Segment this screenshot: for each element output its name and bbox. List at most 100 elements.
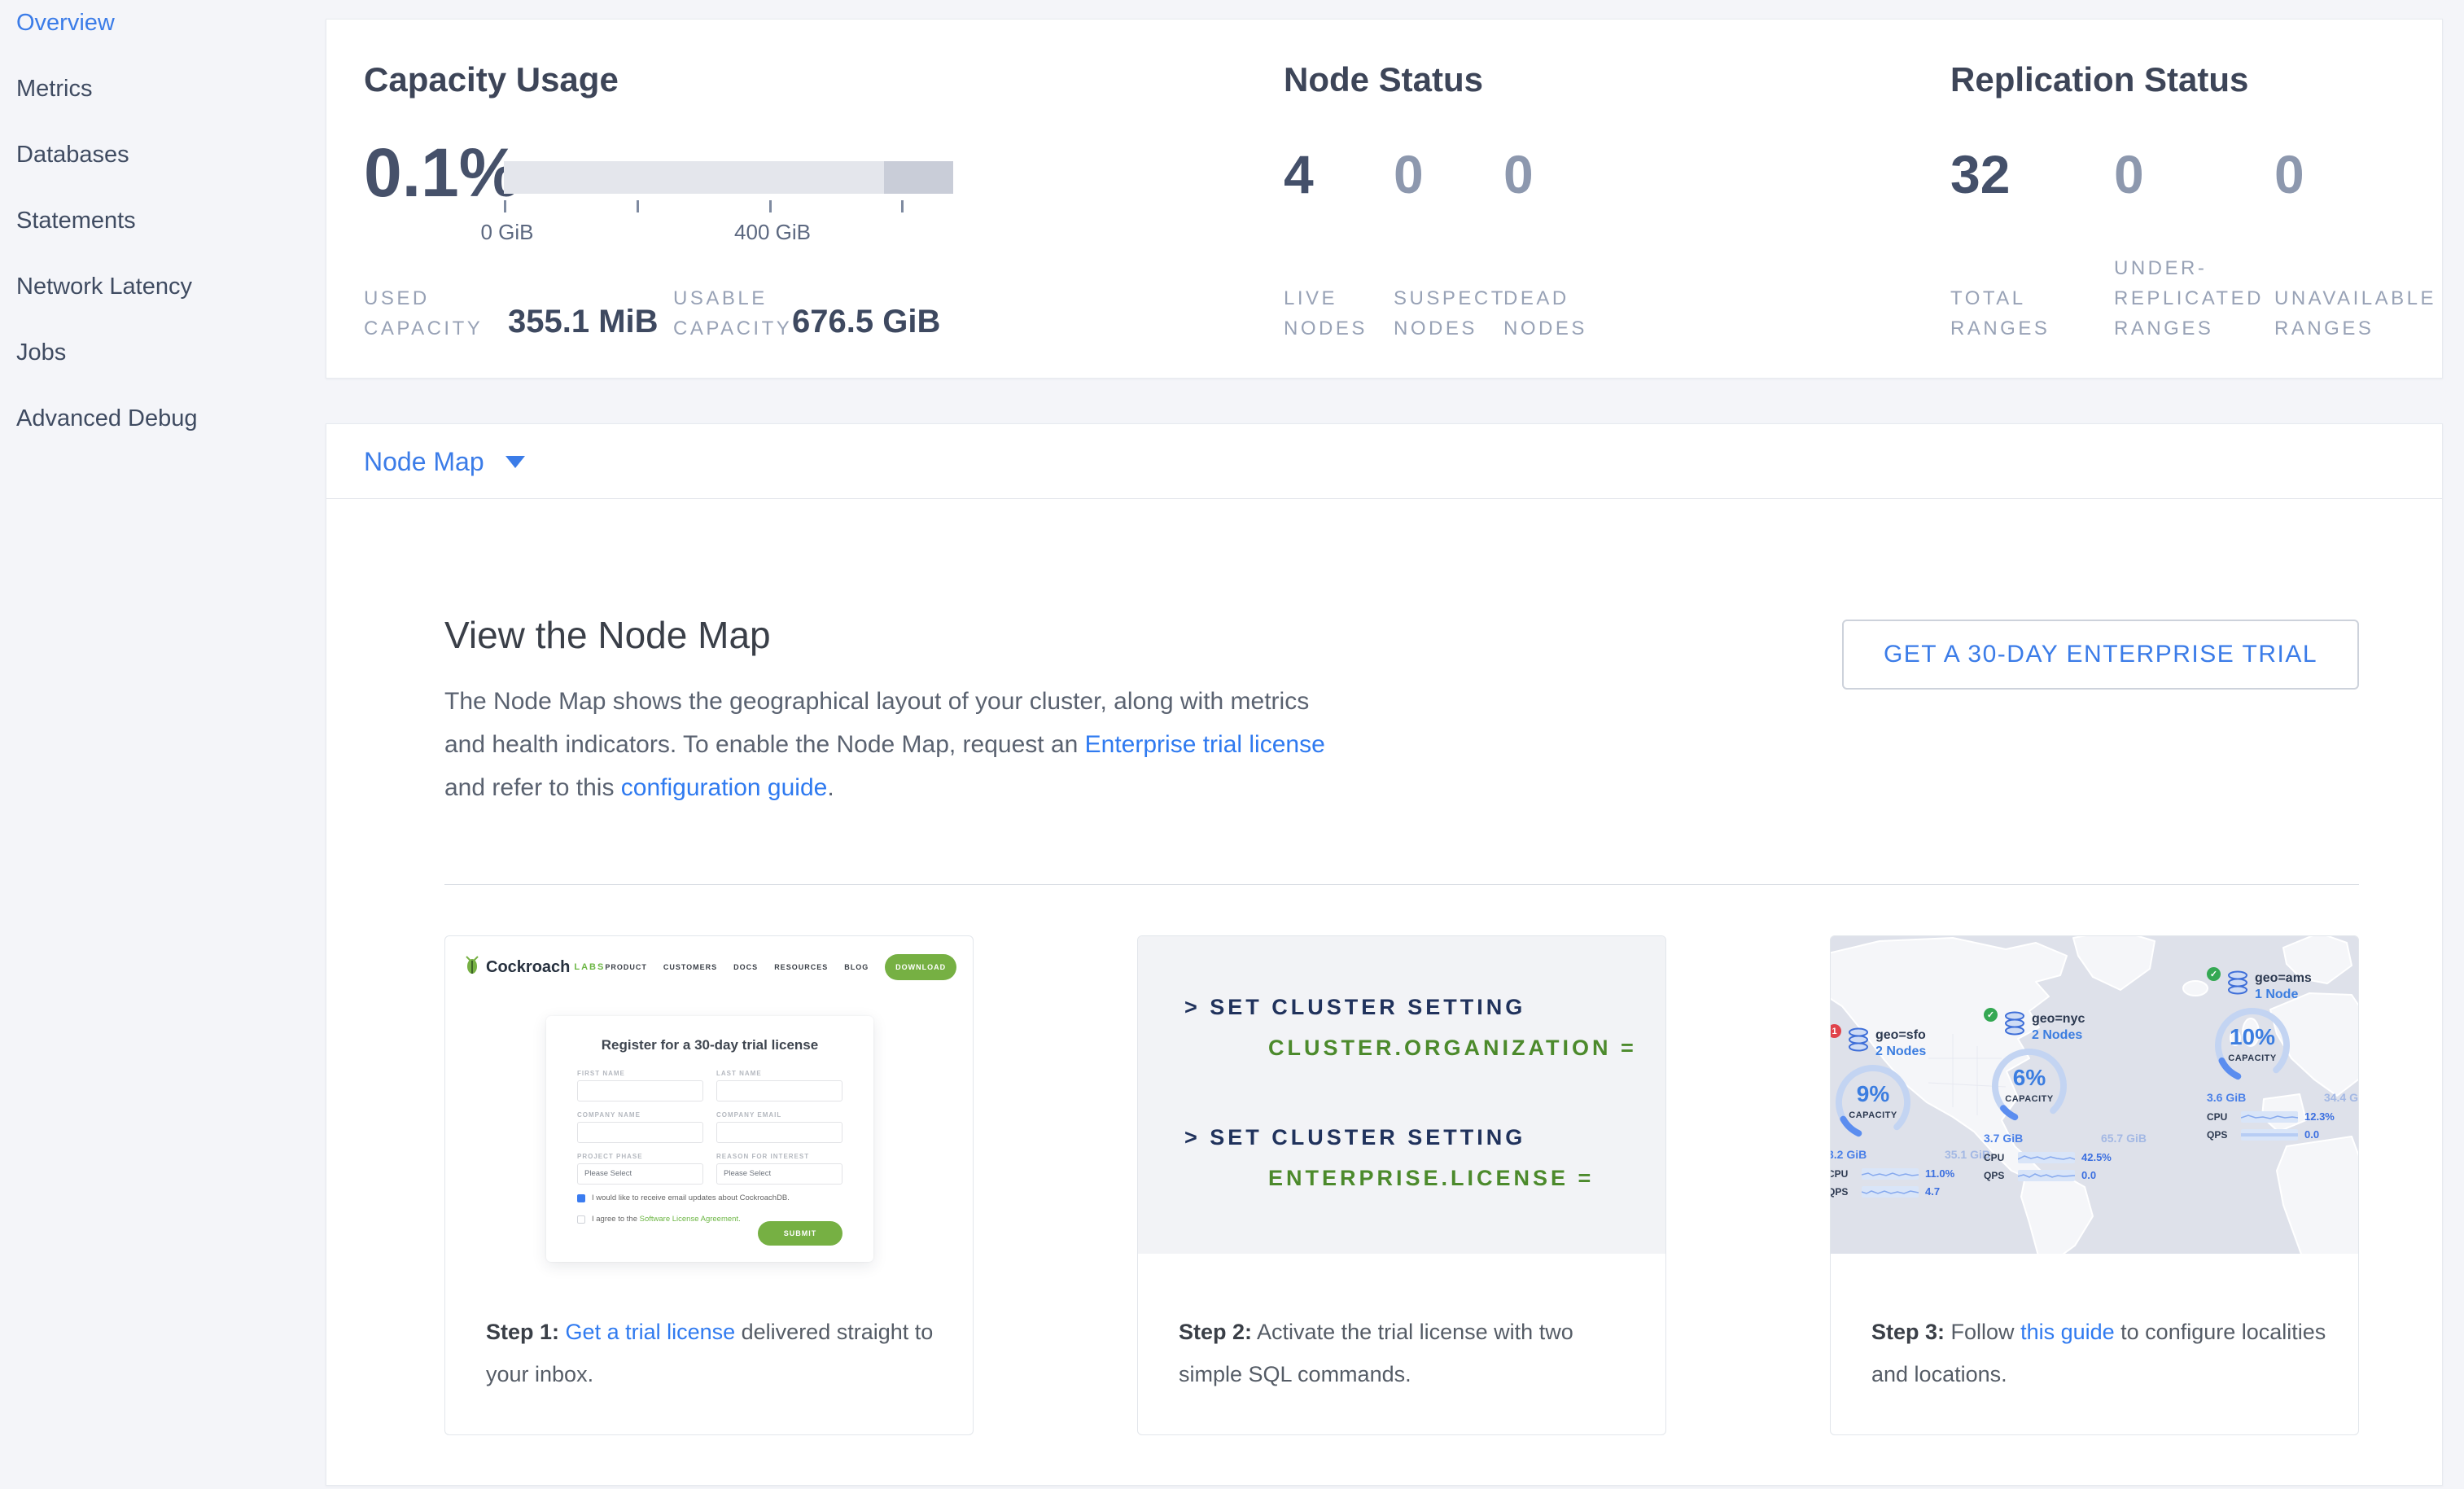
node-map-preview-image: 1 geo=sfo 2 Nodes (1831, 936, 2359, 1254)
replication-status-title: Replication Status (1950, 60, 2248, 99)
step3-caption: Step 3: Follow this guide to configure l… (1831, 1254, 2359, 1395)
sidebar-item-jobs[interactable]: Jobs (16, 339, 326, 405)
screenshot-field-label: PROJECT PHASE (577, 1153, 703, 1160)
screenshot-input (716, 1122, 842, 1143)
under-replicated-ranges-value: 0 (2114, 143, 2144, 205)
sidebar-item-overview[interactable]: Overview (16, 10, 326, 76)
screenshot-checkbox-row: I agree to the Software License Agreemen… (577, 1215, 741, 1224)
description-text: . (827, 774, 834, 801)
capacity-usage-bar (504, 161, 953, 194)
get-trial-license-link[interactable]: Get a trial license (566, 1320, 736, 1344)
screenshot-select: Please Select (716, 1163, 842, 1185)
cpu-value: 42.5% (2081, 1151, 2112, 1163)
used-capacity-value: 355.1 MiB (508, 304, 659, 340)
screenshot-input (577, 1122, 703, 1143)
capacity-bar-reserved-segment (884, 161, 953, 194)
screenshot-brand-text: Cockroach (486, 958, 570, 977)
sidebar-item-advanced-debug[interactable]: Advanced Debug (16, 405, 326, 471)
get-enterprise-trial-button[interactable]: GET A 30-DAY ENTERPRISE TRIAL (1842, 620, 2359, 690)
qps-value: 0.0 (2081, 1169, 2096, 1181)
under-replicated-ranges-label: UNDER-REPLICATED RANGES (2114, 253, 2273, 344)
step3-card: 1 geo=sfo 2 Nodes (1830, 935, 2359, 1435)
database-icon (1847, 1027, 1870, 1053)
step2-label: Step 2: (1179, 1320, 1252, 1344)
capacity-gauge: 10% CAPACITY (2212, 1005, 2293, 1086)
axis-tick (769, 200, 772, 212)
capacity-used-percent: 0.1% (364, 134, 519, 212)
step1-label: Step 1: (486, 1320, 559, 1344)
capacity-used: 3.2 GiB (1830, 1148, 1867, 1161)
capacity-label: CAPACITY (1832, 1110, 1914, 1120)
cpu-label: CPU (2207, 1111, 2234, 1123)
section-title: View the Node Map (444, 613, 771, 657)
sidebar: Overview Metrics Databases Statements Ne… (0, 0, 326, 1489)
view-selector-row: Node Map (326, 424, 2442, 499)
node-map-card: Node Map View the Node Map The Node Map … (326, 423, 2443, 1486)
capacity-used: 3.7 GiB (1984, 1132, 2023, 1145)
total-ranges-label: TOTAL RANGES (1950, 283, 2060, 344)
screenshot-field-label: COMPANY NAME (577, 1111, 703, 1119)
cpu-sparkline (2018, 1152, 2075, 1163)
this-guide-link[interactable]: this guide (2020, 1320, 2115, 1344)
step2-card: > SET CLUSTER SETTING CLUSTER.ORGANIZATI… (1137, 935, 1666, 1435)
step2-caption: Step 2: Activate the trial license with … (1138, 1254, 1666, 1395)
cpu-label: CPU (1830, 1168, 1855, 1180)
usable-capacity-value: 676.5 GiB (792, 304, 940, 340)
screenshot-field-label: LAST NAME (716, 1070, 842, 1077)
screenshot-input (716, 1080, 842, 1101)
screenshot-field-label: COMPANY EMAIL (716, 1111, 842, 1119)
live-nodes-label: LIVE NODES (1284, 283, 1385, 344)
locality-node-count: 2 Nodes (1875, 1044, 1926, 1060)
description-text: and refer to this (444, 774, 621, 801)
screenshot-nav-item: PRODUCT (605, 963, 647, 971)
checkbox-checked-icon (577, 1194, 585, 1202)
checkbox-empty-icon (577, 1215, 585, 1224)
screenshot-nav-item: BLOG (844, 963, 869, 971)
enterprise-trial-license-link[interactable]: Enterprise trial license (1085, 731, 1325, 758)
cpu-label: CPU (1984, 1152, 2011, 1163)
screenshot-input (577, 1080, 703, 1101)
qps-sparkline (2241, 1129, 2298, 1141)
used-capacity-label: USED CAPACITY (364, 283, 474, 344)
qps-label: QPS (2207, 1129, 2234, 1141)
axis-tick-label: 0 GiB (480, 220, 533, 245)
sidebar-item-metrics[interactable]: Metrics (16, 76, 326, 142)
capacity-label: CAPACITY (1989, 1094, 2070, 1104)
locality-name: geo=nyc (2032, 1011, 2085, 1027)
dead-nodes-label: DEAD NODES (1503, 283, 1605, 344)
sql-commands-panel: > SET CLUSTER SETTING CLUSTER.ORGANIZATI… (1138, 936, 1666, 1254)
dead-nodes-value: 0 (1503, 143, 1534, 205)
qps-value: 4.7 (1925, 1185, 1940, 1198)
node-status-title: Node Status (1284, 60, 1483, 99)
cluster-summary-bar: Capacity Usage 0.1% 0 GiB 400 GiB USED C… (326, 19, 2443, 379)
cpu-sparkline (2241, 1111, 2298, 1123)
view-mode-dropdown[interactable]: Node Map (364, 424, 525, 499)
sidebar-item-databases[interactable]: Databases (16, 142, 326, 208)
screenshot-download-button: DOWNLOAD (885, 954, 956, 980)
sidebar-item-statements[interactable]: Statements (16, 208, 326, 274)
sql-line: > SET CLUSTER SETTING (1184, 1125, 1525, 1150)
configuration-guide-link[interactable]: configuration guide (621, 774, 828, 801)
screenshot-nav-item: RESOURCES (774, 963, 828, 971)
axis-tick (901, 200, 904, 212)
capacity-percent: 10% (2212, 1024, 2293, 1050)
step3-label: Step 3: (1871, 1320, 1945, 1344)
screenshot-nav-item: DOCS (733, 963, 758, 971)
screenshot-submit-button: SUBMIT (758, 1221, 842, 1246)
screenshot-nav: PRODUCT CUSTOMERS DOCS RESOURCES BLOG (605, 963, 869, 971)
locality-node-count: 1 Node (2255, 987, 2312, 1003)
capacity-label: CAPACITY (2212, 1053, 2293, 1063)
screenshot-trial-form: Register for a 30-day trial license FIRS… (546, 1016, 873, 1262)
axis-tick (504, 200, 506, 212)
sidebar-item-network-latency[interactable]: Network Latency (16, 274, 326, 339)
screenshot-brand-suffix: LABS (574, 962, 605, 972)
sql-line: ENTERPRISE.LICENSE = (1268, 1166, 1594, 1191)
view-mode-selected-label: Node Map (364, 447, 484, 477)
section-description: The Node Map shows the geographical layo… (444, 680, 1356, 809)
qps-label: QPS (1830, 1186, 1855, 1198)
sql-line: CLUSTER.ORGANIZATION = (1268, 1036, 1637, 1061)
screenshot-select: Please Select (577, 1163, 703, 1185)
capacity-total: 34.4 GiB (2324, 1091, 2359, 1104)
live-nodes-value: 4 (1284, 143, 1314, 205)
capacity-total: 65.7 GiB (2101, 1132, 2147, 1145)
